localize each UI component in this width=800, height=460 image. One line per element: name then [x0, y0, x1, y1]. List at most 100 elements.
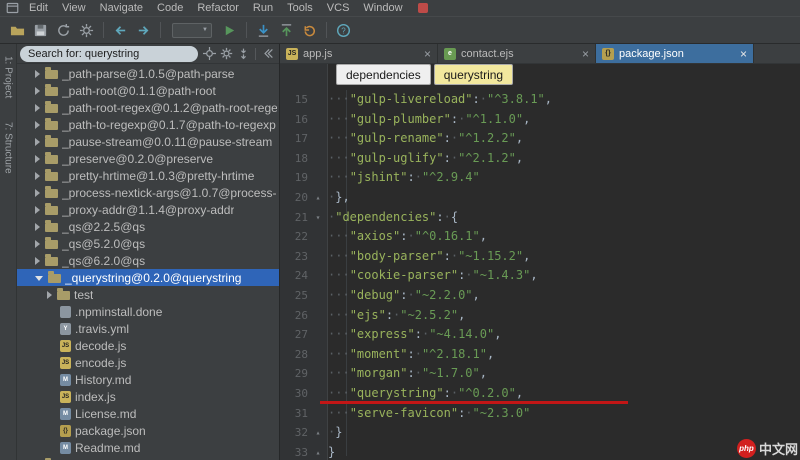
menu-item-vcs[interactable]: VCS — [320, 2, 357, 14]
tree-row[interactable]: JS index.js — [17, 388, 279, 405]
tree-row[interactable]: _path-root@0.1.1@path-root — [17, 82, 279, 99]
tree-row[interactable]: _proxy-addr@1.1.4@proxy-addr — [17, 201, 279, 218]
settings-small-icon[interactable] — [219, 46, 234, 61]
collapse-all-icon[interactable] — [236, 46, 251, 61]
chevron-collapsed-icon[interactable] — [35, 222, 40, 231]
tree-row[interactable]: _randomatic@1.1.6@randomatic — [17, 456, 279, 460]
chevron-collapsed-icon[interactable] — [35, 205, 40, 214]
editor[interactable]: dependencies querystring 15 ···"gulp-liver… — [280, 64, 800, 460]
code-text[interactable]: ···"express":·"~4.14.0", — [328, 325, 501, 345]
fold-marker-icon[interactable]: ▴ — [308, 423, 328, 443]
menu-item-code[interactable]: Code — [150, 2, 190, 14]
chevron-collapsed-icon[interactable] — [35, 86, 40, 95]
chevron-collapsed-icon[interactable] — [35, 171, 40, 180]
fold-marker-icon[interactable]: ▴ — [308, 188, 328, 208]
code-text[interactable]: ···"ejs":·"~2.5.2", — [328, 306, 465, 326]
hide-icon[interactable] — [260, 46, 275, 61]
tree-row[interactable]: _qs@2.2.5@qs — [17, 218, 279, 235]
tree-row[interactable]: {} package.json — [17, 422, 279, 439]
run-icon[interactable] — [221, 22, 238, 39]
tree-row[interactable]: _path-to-regexp@0.1.7@path-to-regexp — [17, 116, 279, 133]
fold-marker-icon[interactable]: ▴ — [308, 443, 328, 460]
tab-close-icon[interactable]: × — [424, 48, 431, 60]
code-text[interactable]: ···"axios":·"^0.16.1", — [328, 227, 487, 247]
menu-item-refactor[interactable]: Refactor — [190, 2, 246, 14]
code-text[interactable]: ·} — [328, 423, 342, 443]
code-text[interactable]: ···"jshint":·"^2.9.4" — [328, 168, 480, 188]
chevron-expanded-icon[interactable] — [35, 275, 43, 281]
chevron-collapsed-icon[interactable] — [35, 154, 40, 163]
code-text[interactable]: ···"cookie-parser":·"~1.4.3", — [328, 266, 538, 286]
chevron-collapsed-icon[interactable] — [35, 137, 40, 146]
tree-row[interactable]: _pause-stream@0.0.11@pause-stream — [17, 133, 279, 150]
tree-row[interactable]: Y .travis.yml — [17, 320, 279, 337]
code-text[interactable]: ···"serve-favicon":·"~2.3.0" — [328, 404, 530, 424]
menu-item-navigate[interactable]: Navigate — [93, 2, 150, 14]
tree-row[interactable]: _path-parse@1.0.5@path-parse — [17, 65, 279, 82]
code-text[interactable]: ·"dependencies":·{ — [328, 208, 458, 228]
tab-contact.ejs[interactable]: e contact.ejs × — [438, 44, 596, 63]
code-text[interactable]: ···"gulp-plumber":·"^1.1.0", — [328, 110, 530, 130]
tree-row[interactable]: M License.md — [17, 405, 279, 422]
tree-row[interactable]: .npminstall.done — [17, 303, 279, 320]
code-text[interactable]: ···"debug":·"~2.2.0", — [328, 286, 480, 306]
tab-close-icon[interactable]: × — [740, 48, 747, 60]
tab-close-icon[interactable]: × — [582, 48, 589, 60]
menu-item-tools[interactable]: Tools — [280, 2, 320, 14]
code-text[interactable]: ···"gulp-rename":·"^1.2.2", — [328, 129, 523, 149]
settings-icon[interactable] — [78, 22, 95, 39]
sync-icon[interactable] — [55, 22, 72, 39]
tree-row[interactable]: M Readme.md — [17, 439, 279, 456]
vcs-update-icon[interactable] — [255, 22, 272, 39]
forward-icon[interactable] — [135, 22, 152, 39]
vcs-rollback-icon[interactable] — [301, 22, 318, 39]
code-text[interactable]: ···"morgan":·"~1.7.0", — [328, 364, 487, 384]
line-number: 22 — [294, 230, 308, 244]
menu-extra-icon[interactable] — [417, 3, 428, 13]
tab-app.js[interactable]: JS app.js × — [280, 44, 438, 63]
tree-row[interactable]: M History.md — [17, 371, 279, 388]
code-text[interactable]: } — [328, 443, 335, 460]
chevron-collapsed-icon[interactable] — [35, 69, 40, 78]
menu-item-edit[interactable]: Edit — [22, 2, 55, 14]
tree-row[interactable]: test — [17, 286, 279, 303]
tool-button-structure[interactable]: 7: Structure — [3, 122, 14, 174]
vcs-commit-icon[interactable] — [278, 22, 295, 39]
code-text[interactable]: ···"body-parser":·"~1.15.2", — [328, 247, 530, 267]
tree-row[interactable]: _qs@6.2.0@qs — [17, 252, 279, 269]
code-text[interactable]: ·}, — [328, 188, 350, 208]
tree-row[interactable]: _preserve@0.2.0@preserve — [17, 150, 279, 167]
tree-row[interactable]: _pretty-hrtime@1.0.3@pretty-hrtime — [17, 167, 279, 184]
help-icon[interactable]: ? — [335, 22, 352, 39]
open-project-icon[interactable] — [9, 22, 26, 39]
tree-row[interactable]: JS encode.js — [17, 354, 279, 371]
tool-button-project[interactable]: 1: Project — [3, 56, 14, 98]
code-text[interactable]: ···"querystring":·"^0.2.0", — [328, 384, 523, 404]
locate-icon[interactable] — [202, 46, 217, 61]
tree-row[interactable]: JS decode.js — [17, 337, 279, 354]
chevron-collapsed-icon[interactable] — [35, 188, 40, 197]
save-all-icon[interactable] — [32, 22, 49, 39]
menu-item-run[interactable]: Run — [246, 2, 280, 14]
search-input[interactable]: Search for: querystring — [20, 45, 198, 62]
code-text[interactable]: ···"moment":·"^2.18.1", — [328, 345, 494, 365]
breadcrumb-item[interactable]: querystring — [433, 64, 514, 85]
chevron-collapsed-icon[interactable] — [35, 256, 40, 265]
tab-package.json[interactable]: {} package.json × — [596, 44, 754, 63]
fold-marker-icon[interactable]: ▾ — [308, 208, 328, 228]
menu-item-window[interactable]: Window — [356, 2, 409, 14]
run-config-dropdown[interactable]: ▼ — [172, 22, 212, 38]
chevron-collapsed-icon[interactable] — [35, 103, 40, 112]
tree-row[interactable]: _querystring@0.2.0@querystring — [17, 269, 279, 286]
back-icon[interactable] — [112, 22, 129, 39]
menu-item-view[interactable]: View — [55, 2, 93, 14]
breadcrumb-item[interactable]: dependencies — [336, 64, 431, 85]
code-text[interactable]: ···"gulp-uglify":·"^2.1.2", — [328, 149, 523, 169]
tree-row[interactable]: _process-nextick-args@1.0.7@process-next… — [17, 184, 279, 201]
chevron-collapsed-icon[interactable] — [35, 120, 40, 129]
code-text[interactable]: ···"gulp-livereload":·"^3.8.1", — [328, 90, 552, 110]
chevron-collapsed-icon[interactable] — [35, 239, 40, 248]
chevron-collapsed-icon[interactable] — [47, 290, 52, 299]
tree-row[interactable]: _qs@5.2.0@qs — [17, 235, 279, 252]
tree-row[interactable]: _path-root-regex@0.1.2@path-root-regex — [17, 99, 279, 116]
